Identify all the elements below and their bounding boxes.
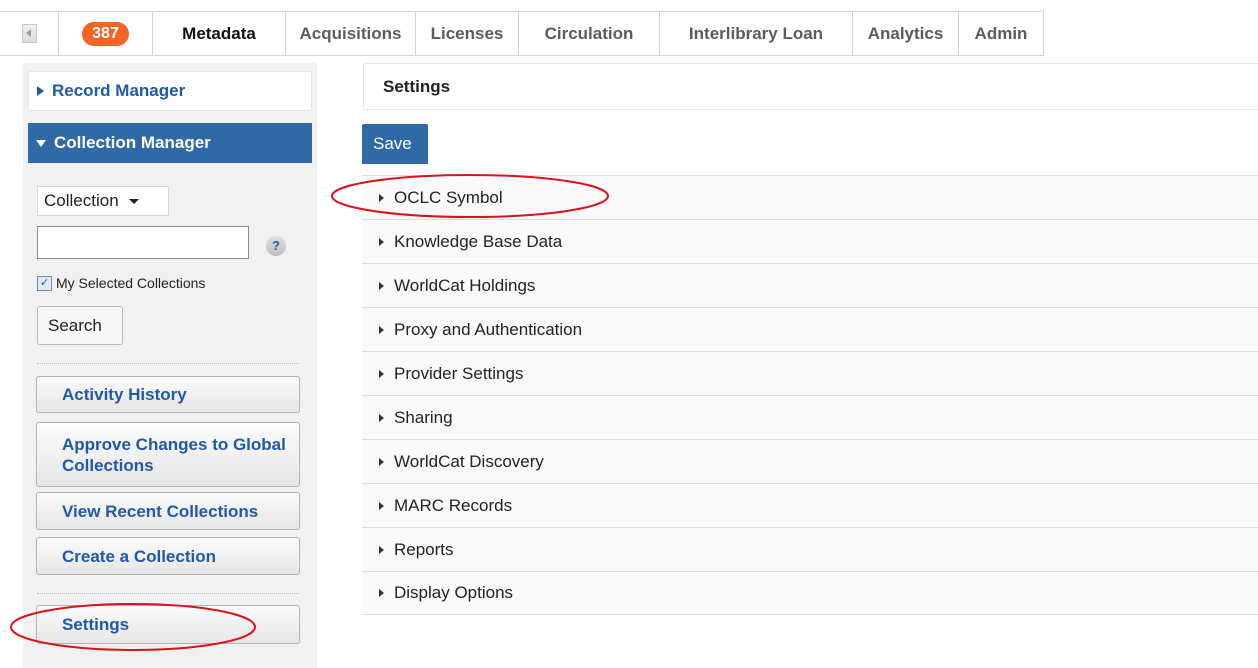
- tab-interlibrary-loan[interactable]: Interlibrary Loan: [660, 12, 853, 55]
- tab-circulation[interactable]: Circulation: [519, 12, 660, 55]
- section-label: WorldCat Discovery: [394, 451, 544, 471]
- my-selected-collections-label: My Selected Collections: [56, 275, 206, 291]
- divider: [37, 593, 299, 594]
- tab-licenses[interactable]: Licenses: [416, 12, 519, 55]
- section-sharing[interactable]: Sharing: [362, 395, 1258, 439]
- section-label: MARC Records: [394, 495, 513, 515]
- collection-search-input[interactable]: [37, 226, 249, 259]
- section-display-options[interactable]: Display Options: [362, 571, 1258, 615]
- triangle-right-icon: [379, 325, 384, 334]
- approve-changes-button[interactable]: Approve Changes to Global Collections: [36, 422, 300, 487]
- record-manager-header[interactable]: Record Manager: [28, 71, 312, 111]
- record-manager-label: Record Manager: [52, 81, 186, 100]
- tab-admin[interactable]: Admin: [959, 12, 1044, 55]
- triangle-right-icon: [379, 545, 384, 554]
- module-tab-bar: 387 Metadata Acquisitions Licenses Circu…: [0, 11, 1044, 56]
- section-proxy-authentication[interactable]: Proxy and Authentication: [362, 307, 1258, 351]
- triangle-down-icon: [36, 139, 46, 147]
- collection-type-selected: Collection: [44, 191, 119, 210]
- notifications-tab[interactable]: 387: [59, 12, 153, 55]
- activity-history-button[interactable]: Activity History: [36, 376, 300, 413]
- triangle-right-icon: [379, 457, 384, 466]
- my-selected-collections-option[interactable]: ✓ My Selected Collections: [37, 275, 205, 291]
- collection-manager-header[interactable]: Collection Manager: [28, 123, 312, 163]
- triangle-right-icon: [379, 237, 384, 246]
- collapse-left-icon: [21, 24, 37, 43]
- section-oclc-symbol[interactable]: OCLC Symbol: [362, 175, 1258, 219]
- section-label: WorldCat Holdings: [394, 275, 536, 295]
- view-recent-collections-button[interactable]: View Recent Collections: [36, 492, 300, 530]
- section-label: Sharing: [394, 407, 453, 427]
- triangle-right-icon: [379, 369, 384, 378]
- help-icon[interactable]: ?: [266, 236, 286, 256]
- section-label: Proxy and Authentication: [394, 319, 583, 339]
- settings-button[interactable]: Settings: [36, 605, 300, 644]
- section-knowledge-base-data[interactable]: Knowledge Base Data: [362, 219, 1258, 263]
- triangle-right-icon: [379, 281, 384, 290]
- section-worldcat-holdings[interactable]: WorldCat Holdings: [362, 263, 1258, 307]
- triangle-right-icon: [379, 589, 384, 597]
- settings-accordion: OCLC Symbol Knowledge Base Data WorldCat…: [362, 175, 1258, 615]
- collection-manager-label: Collection Manager: [54, 133, 211, 152]
- tab-analytics[interactable]: Analytics: [853, 12, 959, 55]
- section-marc-records[interactable]: MARC Records: [362, 483, 1258, 527]
- section-label: OCLC Symbol: [394, 187, 503, 207]
- left-panel: Record Manager Collection Manager Collec…: [23, 63, 317, 668]
- tab-metadata[interactable]: Metadata: [153, 12, 286, 55]
- section-label: Display Options: [394, 583, 514, 602]
- triangle-right-icon: [379, 501, 384, 510]
- tab-acquisitions[interactable]: Acquisitions: [286, 12, 416, 55]
- section-worldcat-discovery[interactable]: WorldCat Discovery: [362, 439, 1258, 483]
- search-button[interactable]: Search: [37, 306, 123, 345]
- top-navigation: 387 Metadata Acquisitions Licenses Circu…: [0, 0, 1258, 63]
- notification-count-badge: 387: [82, 21, 129, 46]
- page-title: Settings: [363, 63, 1258, 110]
- checkbox-checked-icon[interactable]: ✓: [37, 275, 52, 291]
- triangle-right-icon: [379, 193, 384, 202]
- create-collection-button[interactable]: Create a Collection: [36, 537, 300, 575]
- collapse-sidebar-button[interactable]: [0, 12, 59, 55]
- triangle-right-icon: [379, 413, 384, 422]
- section-label: Knowledge Base Data: [394, 231, 563, 251]
- section-reports[interactable]: Reports: [362, 527, 1258, 571]
- section-label: Reports: [394, 539, 454, 559]
- caret-down-icon: [128, 198, 139, 204]
- divider: [37, 363, 299, 364]
- save-button[interactable]: Save: [362, 124, 428, 164]
- section-provider-settings[interactable]: Provider Settings: [362, 351, 1258, 395]
- collection-type-select[interactable]: Collection: [37, 186, 169, 216]
- triangle-right-icon: [37, 86, 44, 96]
- section-label: Provider Settings: [394, 363, 524, 383]
